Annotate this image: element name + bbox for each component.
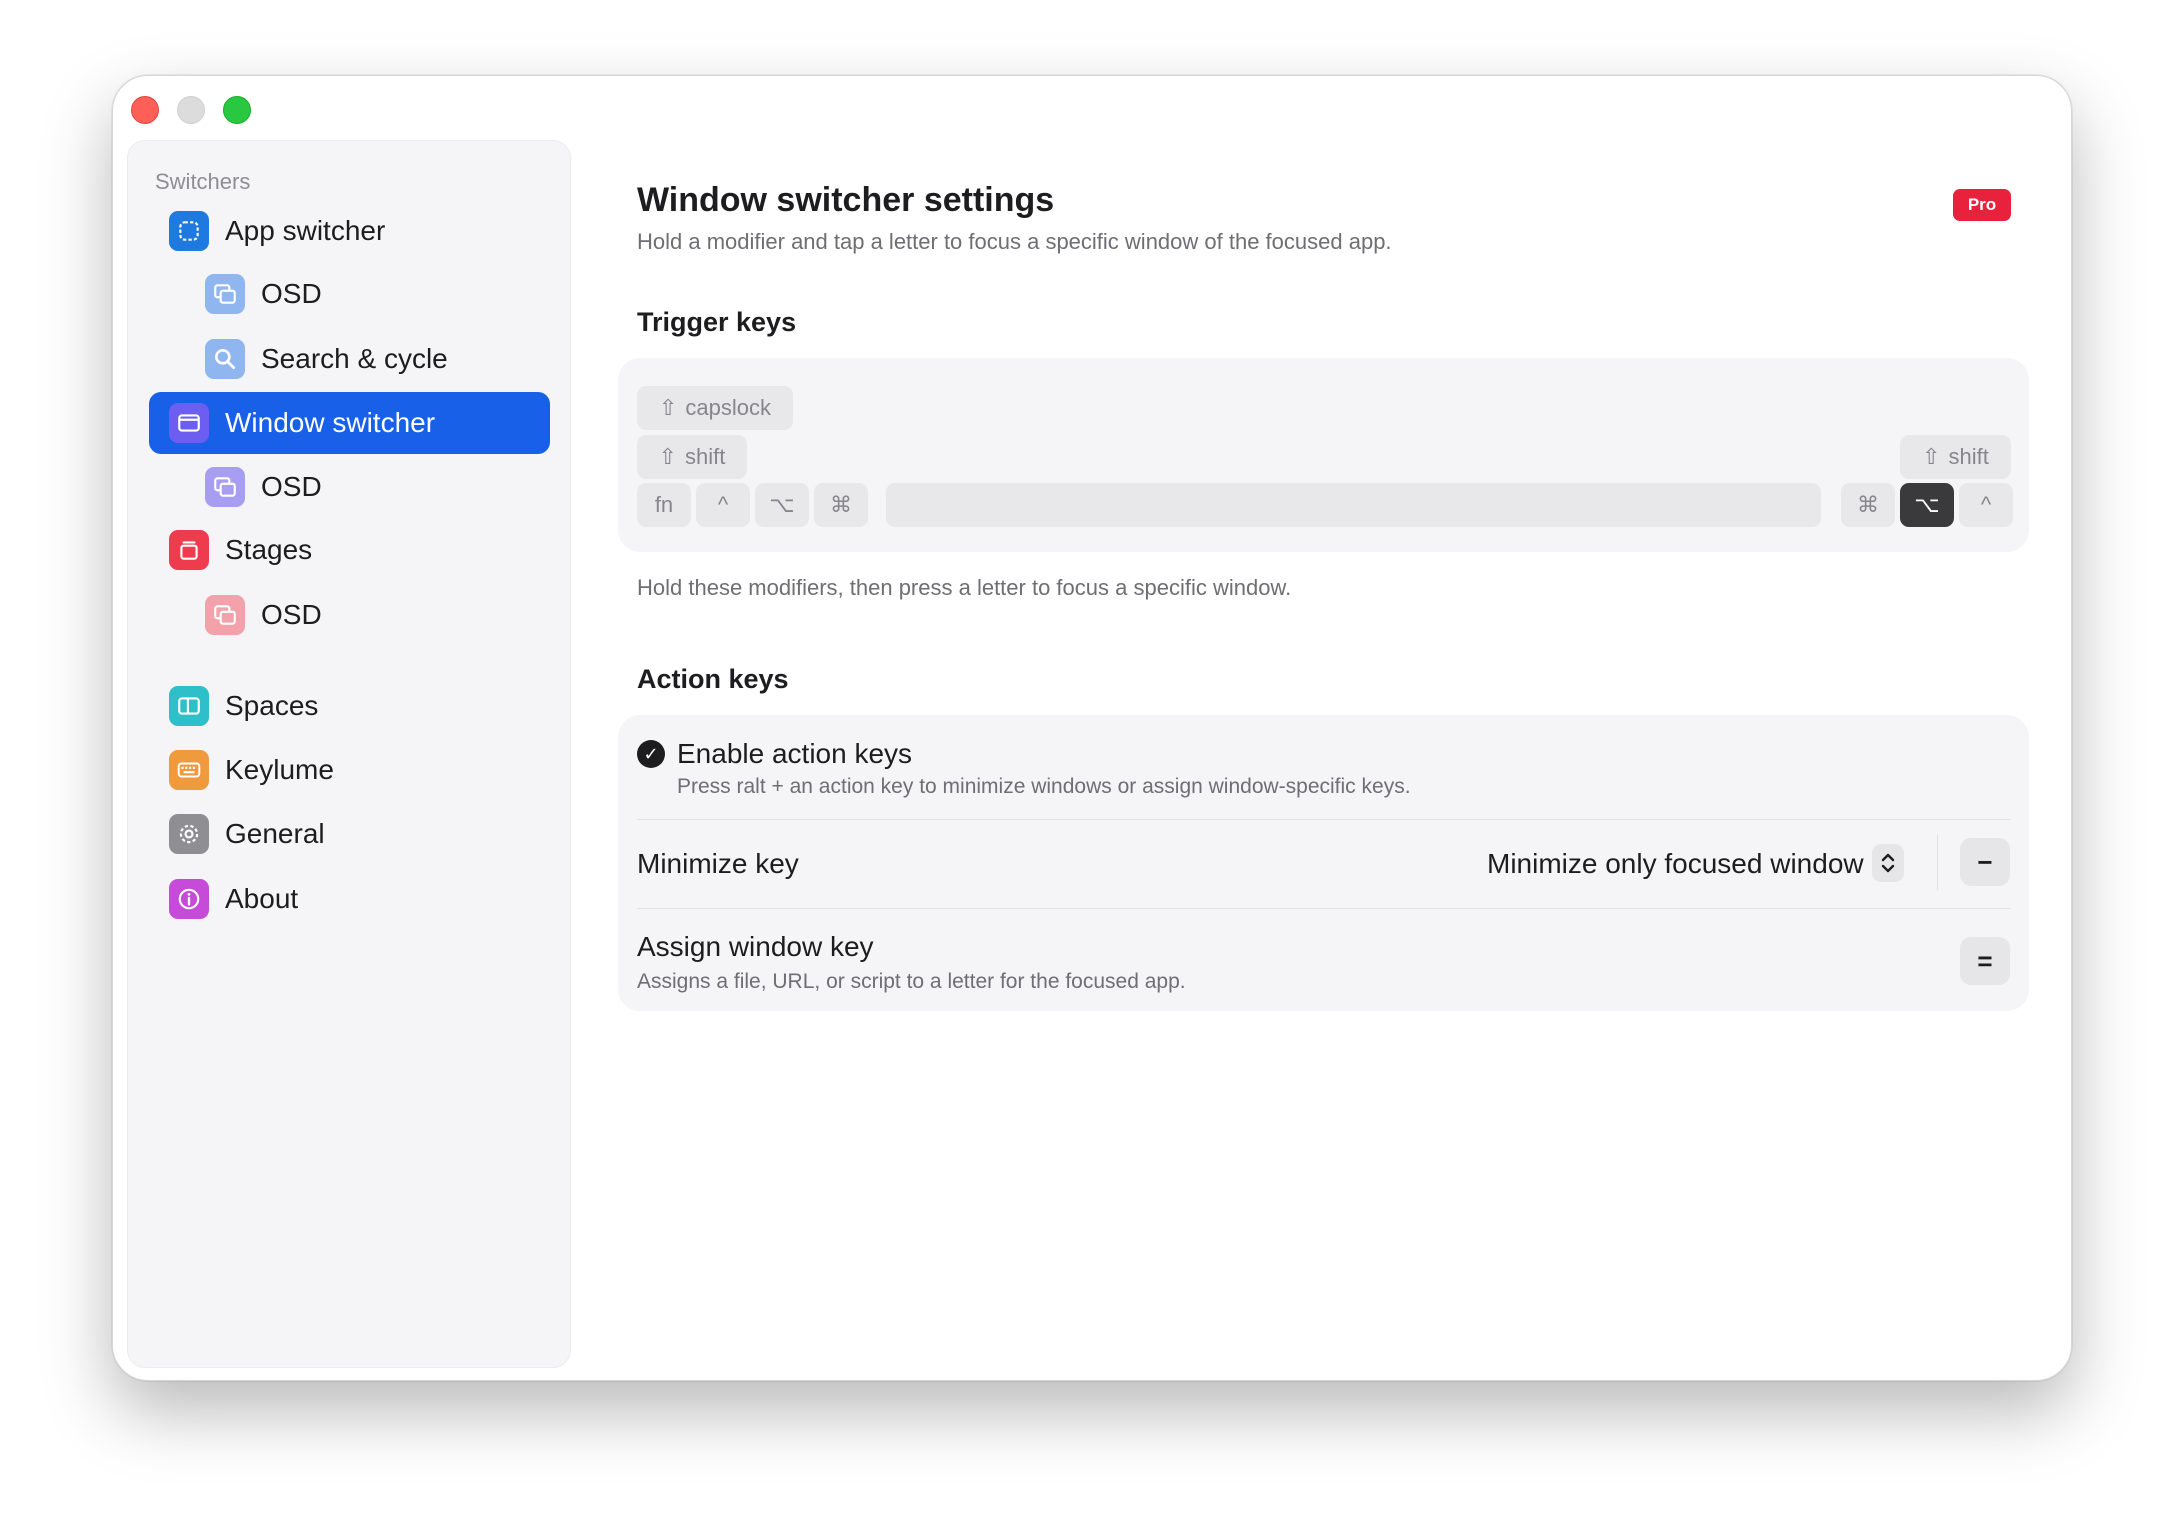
sidebar-item-label: Stages xyxy=(225,534,313,565)
stages-icon xyxy=(169,530,209,570)
sidebar-item-search-cycle[interactable]: Search & cycle xyxy=(149,328,550,390)
minimize-mode-select[interactable]: Minimize only focused window xyxy=(1487,848,1864,880)
trigger-keys-hint: Hold these modifiers, then press a lette… xyxy=(637,575,1292,600)
sidebar-item-spaces[interactable]: Spaces xyxy=(149,675,550,737)
action-keys-heading: Action keys xyxy=(637,664,789,694)
sidebar-item-window-switcher-osd[interactable]: OSD xyxy=(149,456,550,518)
key-fn[interactable]: fn xyxy=(637,483,691,527)
sidebar-item-label: Keylume xyxy=(225,754,334,785)
sidebar-item-label: OSD xyxy=(261,471,322,502)
key-left-command[interactable]: ⌘ xyxy=(814,483,868,527)
pro-badge: Pro xyxy=(1953,189,2011,221)
assign-window-key-button[interactable]: = xyxy=(1960,937,2010,985)
search-icon xyxy=(205,339,245,379)
sidebar-item-label: About xyxy=(225,883,299,914)
enable-action-keys-label: Enable action keys xyxy=(677,738,913,769)
app-switcher-icon xyxy=(169,211,209,251)
key-right-shift[interactable]: ⇧ shift xyxy=(1900,435,2011,479)
page-title: Window switcher settings xyxy=(637,181,1055,219)
sidebar-item-about[interactable]: About xyxy=(149,868,550,930)
sidebar-section-label: Switchers xyxy=(155,169,251,194)
window-controls xyxy=(131,96,251,124)
sidebar-item-keylume[interactable]: Keylume xyxy=(149,739,550,801)
assign-window-key-label: Assign window key xyxy=(637,931,874,962)
shift-arrow-icon: ⇧ xyxy=(658,395,678,420)
sidebar-item-label: Search & cycle xyxy=(261,343,448,374)
key-right-control[interactable]: ^ xyxy=(1959,483,2013,527)
window-icon xyxy=(169,403,209,443)
osd-icon xyxy=(205,274,245,314)
key-right-option-selected[interactable]: ⌥ xyxy=(1900,483,1954,527)
key-left-shift[interactable]: ⇧ shift xyxy=(637,435,747,479)
zoom-window-button[interactable] xyxy=(223,96,251,124)
chevron-up-down-icon[interactable] xyxy=(1872,844,1904,882)
sidebar-item-label: Window switcher xyxy=(225,407,436,438)
sidebar-item-stages-osd[interactable]: OSD xyxy=(149,584,550,646)
checkmark-icon[interactable]: ✓ xyxy=(637,740,665,768)
sidebar-item-label: OSD xyxy=(261,599,322,630)
divider xyxy=(637,908,2010,909)
enable-action-keys-toggle[interactable]: ✓ Enable action keys xyxy=(637,738,912,770)
key-capslock[interactable]: ⇧ capslock xyxy=(637,386,793,430)
key-space xyxy=(886,483,1821,527)
sidebar-item-label: OSD xyxy=(261,278,322,309)
sidebar-item-window-switcher[interactable]: Window switcher xyxy=(149,392,550,454)
minimize-window-button[interactable] xyxy=(177,96,205,124)
vertical-divider xyxy=(1937,834,1938,890)
spaces-icon xyxy=(169,686,209,726)
osd-icon xyxy=(205,467,245,507)
info-icon xyxy=(169,879,209,919)
gear-icon xyxy=(169,814,209,854)
sidebar-item-label: General xyxy=(225,818,325,849)
close-window-button[interactable] xyxy=(131,96,159,124)
keyboard-icon xyxy=(169,750,209,790)
sidebar-item-label: App switcher xyxy=(225,215,386,246)
trigger-keys-heading: Trigger keys xyxy=(637,307,797,337)
assign-window-key-sub: Assigns a file, URL, or script to a lett… xyxy=(637,970,1186,993)
sidebar-item-label: Spaces xyxy=(225,690,319,721)
page-subtitle: Hold a modifier and tap a letter to focu… xyxy=(637,229,1392,254)
key-left-option[interactable]: ⌥ xyxy=(755,483,809,527)
divider xyxy=(637,819,2010,820)
sidebar-item-app-switcher-osd[interactable]: OSD xyxy=(149,263,550,325)
minimize-key-button[interactable]: − xyxy=(1960,838,2010,886)
sidebar-item-general[interactable]: General xyxy=(149,803,550,865)
sidebar-item-app-switcher[interactable]: App switcher xyxy=(149,200,550,262)
key-right-command[interactable]: ⌘ xyxy=(1841,483,1895,527)
key-left-control[interactable]: ^ xyxy=(696,483,750,527)
settings-window: Switchers App switcher OSD Search & cycl… xyxy=(112,75,2072,1381)
sidebar-item-stages[interactable]: Stages xyxy=(149,519,550,581)
osd-icon xyxy=(205,595,245,635)
minimize-key-label: Minimize key xyxy=(637,848,799,879)
enable-action-keys-sub: Press ralt + an action key to minimize w… xyxy=(677,775,1411,798)
shift-arrow-icon: ⇧ xyxy=(1922,444,1941,469)
shift-arrow-icon: ⇧ xyxy=(658,444,678,469)
